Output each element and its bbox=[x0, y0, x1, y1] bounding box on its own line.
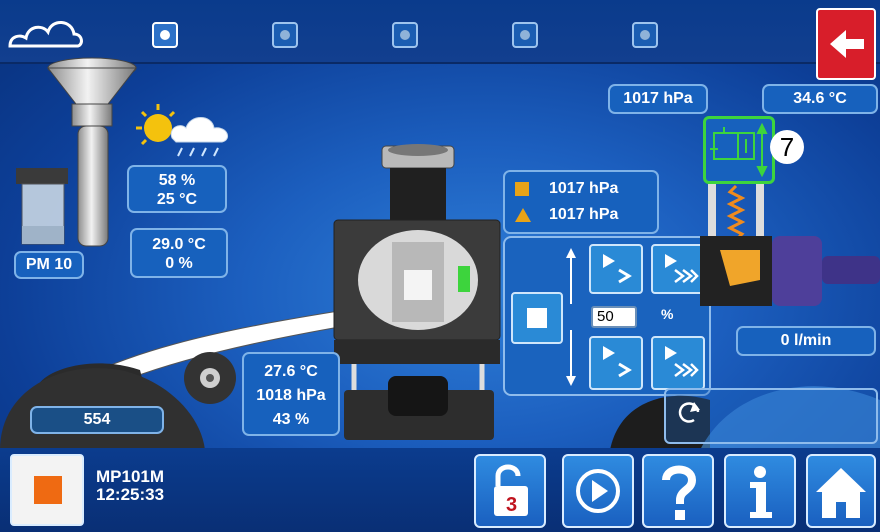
stop-motor-button[interactable] bbox=[511, 292, 563, 344]
valve-symbol-icon bbox=[710, 122, 768, 178]
triangle-marker-icon bbox=[515, 208, 531, 222]
refresh-icon bbox=[678, 402, 700, 423]
valve-7-button[interactable] bbox=[703, 116, 775, 184]
arrow-left-icon bbox=[830, 30, 864, 58]
refresh-panel-button[interactable] bbox=[664, 388, 878, 444]
temperature-top-box: 34.6 °C bbox=[762, 84, 878, 114]
speed-percent-unit: % bbox=[661, 306, 674, 322]
filter-temperature-value: 27.6 °C bbox=[264, 363, 318, 380]
temperature-top-value: 34.6 °C bbox=[793, 90, 847, 107]
move-up-slow-button[interactable] bbox=[589, 244, 643, 294]
stop-square-icon bbox=[34, 476, 62, 504]
step-indicator-3[interactable] bbox=[392, 22, 418, 48]
square-pressure-value: 1017 hPa bbox=[549, 180, 619, 197]
sampler-housing-illustration bbox=[333, 144, 501, 440]
flow-rate-value: 0 l/min bbox=[780, 332, 832, 349]
counter-box: 554 bbox=[30, 406, 164, 434]
question-mark-icon bbox=[662, 465, 697, 520]
play-slow-icon bbox=[603, 254, 632, 284]
pm10-sampling-head-illustration bbox=[16, 57, 138, 247]
step-indicator-4[interactable] bbox=[512, 22, 538, 48]
arrow-up-icon bbox=[566, 248, 576, 304]
cycle-play-button[interactable] bbox=[562, 454, 634, 528]
pm10-label-box: PM 10 bbox=[14, 251, 84, 279]
triangle-pressure-value: 1017 hPa bbox=[549, 206, 619, 223]
pressure-legend-box: 1017 hPa 1017 hPa bbox=[503, 170, 659, 234]
counter-value: 554 bbox=[83, 411, 111, 428]
back-button[interactable] bbox=[816, 8, 876, 80]
device-status: MP101M 12:25:33 bbox=[96, 468, 164, 504]
lock-level-badge: 3 bbox=[506, 494, 518, 516]
top-bar bbox=[0, 0, 880, 64]
ambient-conditions-box: 58 % 25 °C bbox=[127, 165, 227, 213]
lock-button[interactable]: 3 bbox=[474, 454, 546, 528]
filter-humidity-value: 43 % bbox=[272, 411, 310, 428]
sensor-percent-value: 0 % bbox=[165, 255, 193, 272]
step-dot-icon bbox=[160, 30, 170, 40]
step-dot-icon bbox=[400, 30, 410, 40]
square-marker-icon bbox=[515, 182, 529, 196]
ambient-temperature-value: 25 °C bbox=[156, 191, 198, 208]
sensor-temperature-value: 29.0 °C bbox=[152, 236, 206, 253]
flow-rate-box: 0 l/min bbox=[736, 326, 876, 356]
step-dot-icon bbox=[520, 30, 530, 40]
stop-measurement-button[interactable] bbox=[10, 454, 84, 526]
speed-percent-input[interactable]: 50 bbox=[591, 306, 637, 328]
ambient-humidity-value: 58 % bbox=[158, 172, 196, 189]
cycle-play-icon bbox=[576, 469, 620, 513]
cloud-logo-icon bbox=[8, 21, 83, 48]
pressure-top-box: 1017 hPa bbox=[608, 84, 708, 114]
stop-square-icon bbox=[527, 308, 547, 328]
pressure-top-value: 1017 hPa bbox=[623, 90, 693, 107]
valve-number-badge: 7 bbox=[770, 130, 804, 164]
pm10-label: PM 10 bbox=[25, 256, 73, 273]
info-icon bbox=[750, 466, 772, 518]
filter-conditions-box: 27.6 °C 1018 hPa 43 % bbox=[242, 352, 340, 436]
status-time: 12:25:33 bbox=[96, 485, 165, 504]
home-icon bbox=[816, 468, 866, 518]
arrow-down-icon bbox=[566, 330, 576, 386]
home-button[interactable] bbox=[806, 454, 876, 528]
sensor-conditions-box: 29.0 °C 0 % bbox=[130, 228, 228, 278]
pump-valve-illustration bbox=[700, 184, 880, 306]
step-dot-icon bbox=[640, 30, 650, 40]
step-indicator-2[interactable] bbox=[272, 22, 298, 48]
step-dot-icon bbox=[280, 30, 290, 40]
device-name: MP101M bbox=[96, 467, 165, 486]
help-button[interactable] bbox=[642, 454, 714, 528]
info-button[interactable] bbox=[724, 454, 796, 528]
weather-sun-cloud-icon bbox=[136, 104, 229, 157]
step-indicator-1[interactable] bbox=[152, 22, 178, 48]
step-indicator-5[interactable] bbox=[632, 22, 658, 48]
filter-pressure-value: 1018 hPa bbox=[256, 387, 326, 404]
